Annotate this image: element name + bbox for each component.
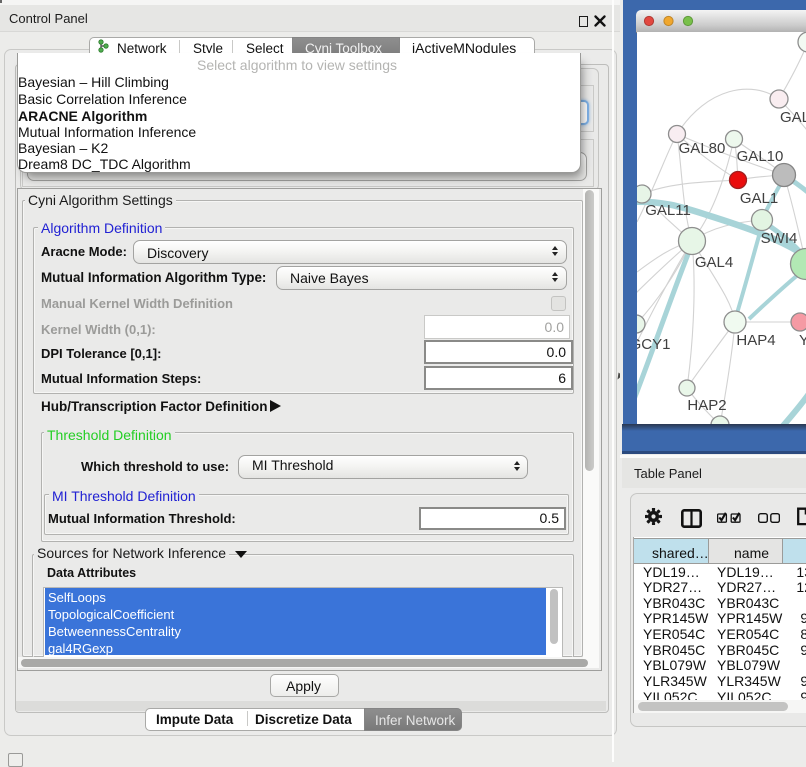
svg-text:HAP2: HAP2	[687, 397, 726, 414]
svg-text:HAP4: HAP4	[736, 332, 775, 349]
svg-text:SWI4: SWI4	[761, 230, 798, 247]
svg-text:GAL80: GAL80	[679, 140, 726, 157]
svg-text:GAL: GAL	[780, 109, 806, 126]
svg-text:GAL1: GAL1	[740, 190, 778, 207]
svg-text:GCY1: GCY1	[637, 336, 670, 353]
svg-text:Y: Y	[799, 332, 806, 349]
svg-text:GAL4: GAL4	[695, 254, 733, 271]
svg-text:GAL11: GAL11	[645, 202, 691, 219]
svg-text:GAL10: GAL10	[737, 148, 784, 165]
